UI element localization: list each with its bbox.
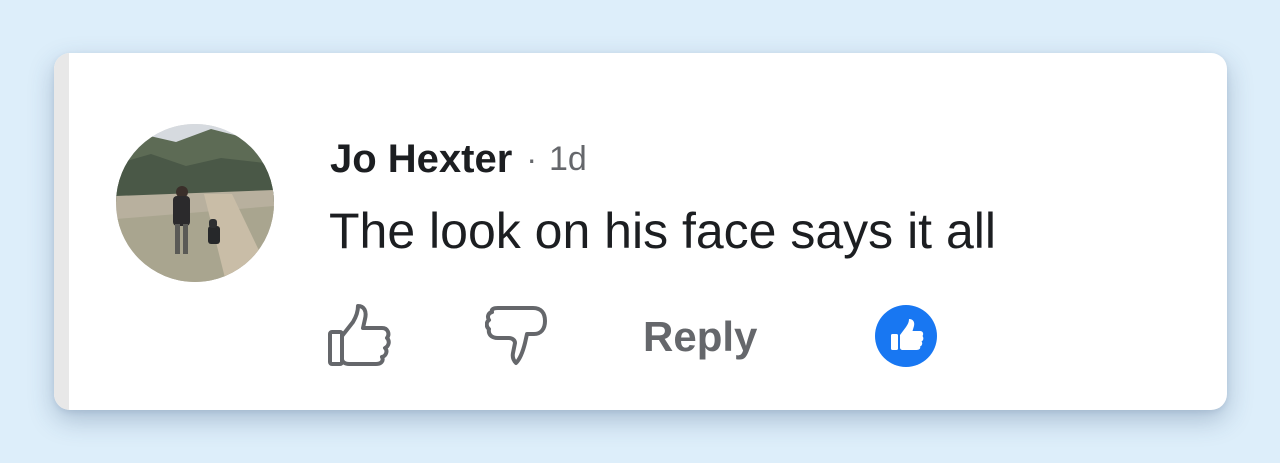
thumbs-down-icon: [485, 306, 547, 365]
dislike-button[interactable]: [485, 303, 551, 367]
comment-card: Jo Hexter · 1d The look on his face says…: [54, 53, 1227, 410]
like-reaction-badge[interactable]: [875, 305, 937, 367]
separator-dot: ·: [526, 140, 537, 177]
avatar-photo: [116, 124, 274, 282]
comment-text: The look on his face says it all: [329, 203, 996, 259]
like-reaction-icon: [891, 319, 924, 350]
reply-button[interactable]: Reply: [643, 313, 757, 361]
comment-timestamp[interactable]: 1d: [549, 140, 587, 179]
author-name[interactable]: Jo Hexter: [330, 137, 512, 182]
avatar[interactable]: [116, 124, 274, 282]
card-left-edge: [54, 53, 69, 410]
thumbs-up-icon: [328, 304, 391, 366]
like-button[interactable]: [327, 303, 393, 367]
comment-header: Jo Hexter · 1d: [330, 137, 587, 181]
